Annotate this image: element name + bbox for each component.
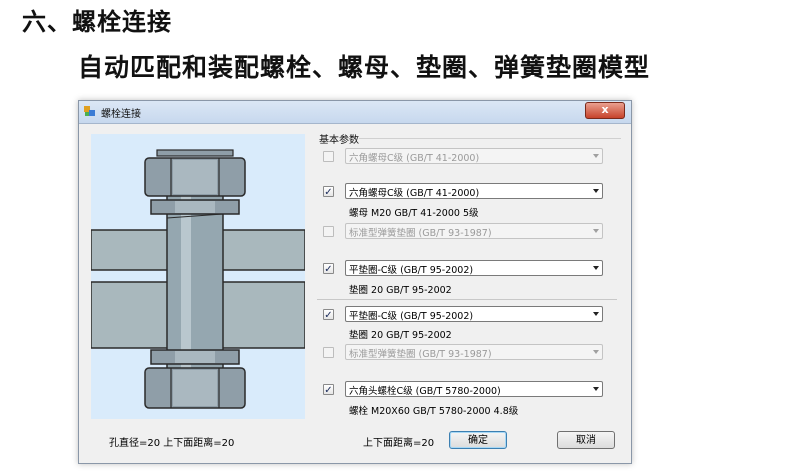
chevron-down-icon <box>593 387 599 391</box>
top-washer <box>150 199 240 215</box>
select-value: 六角螺母C级 (GB/T 41-2000) <box>349 153 480 164</box>
checkbox[interactable]: ✓ <box>323 309 334 321</box>
checkbox[interactable]: ✓ <box>323 263 334 275</box>
checkbox[interactable] <box>323 151 334 162</box>
part-select[interactable]: 平垫圈-C级 (GB/T 95-2002) <box>345 260 603 276</box>
part-row-spring-washer-top: 标准型弹簧垫圈 (GB/T 93-1987) <box>79 223 631 241</box>
part-row-nut-optional: 六角螺母C级 (GB/T 41-2000) <box>79 148 631 166</box>
part-row-nut: ✓ 六角螺母C级 (GB/T 41-2000) <box>79 183 631 201</box>
check-icon: ✓ <box>324 310 333 321</box>
close-button[interactable]: x <box>585 102 625 119</box>
close-icon: x <box>601 103 609 116</box>
distance-info: 上下面距离=20 <box>363 438 435 449</box>
group-divider <box>359 138 621 139</box>
part-description: 垫圈 20 GB/T 95-2002 <box>349 330 452 341</box>
checkbox[interactable]: ✓ <box>323 186 334 198</box>
select-value: 六角头螺栓C级 (GB/T 5780-2000) <box>349 386 501 397</box>
cancel-button[interactable]: 取消 <box>557 431 615 449</box>
ok-button[interactable]: 确定 <box>449 431 507 449</box>
part-row-bolt: ✓ 六角头螺栓C级 (GB/T 5780-2000) <box>79 381 631 399</box>
check-icon: ✓ <box>324 187 333 198</box>
part-select[interactable]: 标准型弹簧垫圈 (GB/T 93-1987) <box>345 344 603 360</box>
hole-info: 孔直径=20 上下面距离=20 <box>109 438 235 449</box>
group-label: 基本参数 <box>319 135 359 146</box>
part-row-spring-washer-bottom: 标准型弹簧垫圈 (GB/T 93-1987) <box>79 344 631 362</box>
checkbox[interactable] <box>323 347 334 358</box>
section-separator <box>317 299 617 300</box>
part-description: 螺栓 M20X60 GB/T 5780-2000 4.8级 <box>349 406 519 417</box>
part-row-washer-top: ✓ 平垫圈-C级 (GB/T 95-2002) <box>79 260 631 278</box>
chevron-down-icon <box>593 350 599 354</box>
chevron-down-icon <box>593 189 599 193</box>
select-value: 标准型弹簧垫圈 (GB/T 93-1987) <box>349 349 492 360</box>
bolt-connection-dialog: 螺栓连接 x 基本参数 六角螺母C级 (GB/T 41-2000) ✓ 六角螺母… <box>78 100 632 464</box>
select-value: 平垫圈-C级 (GB/T 95-2002) <box>349 311 474 322</box>
part-description: 螺母 M20 GB/T 41-2000 5级 <box>349 208 479 219</box>
section-subheading: 自动匹配和装配螺栓、螺母、垫圈、弹簧垫圈模型 <box>78 53 651 82</box>
check-icon: ✓ <box>324 385 333 396</box>
chevron-down-icon <box>593 312 599 316</box>
checkbox[interactable]: ✓ <box>323 384 334 396</box>
app-icon <box>84 106 95 116</box>
part-select[interactable]: 六角螺母C级 (GB/T 41-2000) <box>345 183 603 199</box>
select-value: 六角螺母C级 (GB/T 41-2000) <box>349 188 480 199</box>
title-bar[interactable]: 螺栓连接 x <box>79 101 631 124</box>
section-heading: 六、螺栓连接 <box>22 8 172 36</box>
chevron-down-icon <box>593 266 599 270</box>
checkbox[interactable] <box>323 226 334 237</box>
part-row-washer-bottom: ✓ 平垫圈-C级 (GB/T 95-2002) <box>79 306 631 324</box>
chevron-down-icon <box>593 229 599 233</box>
select-value: 标准型弹簧垫圈 (GB/T 93-1987) <box>349 228 492 239</box>
part-select[interactable]: 六角头螺栓C级 (GB/T 5780-2000) <box>345 381 603 397</box>
part-select[interactable]: 平垫圈-C级 (GB/T 95-2002) <box>345 306 603 322</box>
chevron-down-icon <box>593 154 599 158</box>
dialog-title: 螺栓连接 <box>101 109 141 120</box>
part-select[interactable]: 六角螺母C级 (GB/T 41-2000) <box>345 148 603 164</box>
part-select[interactable]: 标准型弹簧垫圈 (GB/T 93-1987) <box>345 223 603 239</box>
part-description: 垫圈 20 GB/T 95-2002 <box>349 285 452 296</box>
select-value: 平垫圈-C级 (GB/T 95-2002) <box>349 265 474 276</box>
check-icon: ✓ <box>324 264 333 275</box>
